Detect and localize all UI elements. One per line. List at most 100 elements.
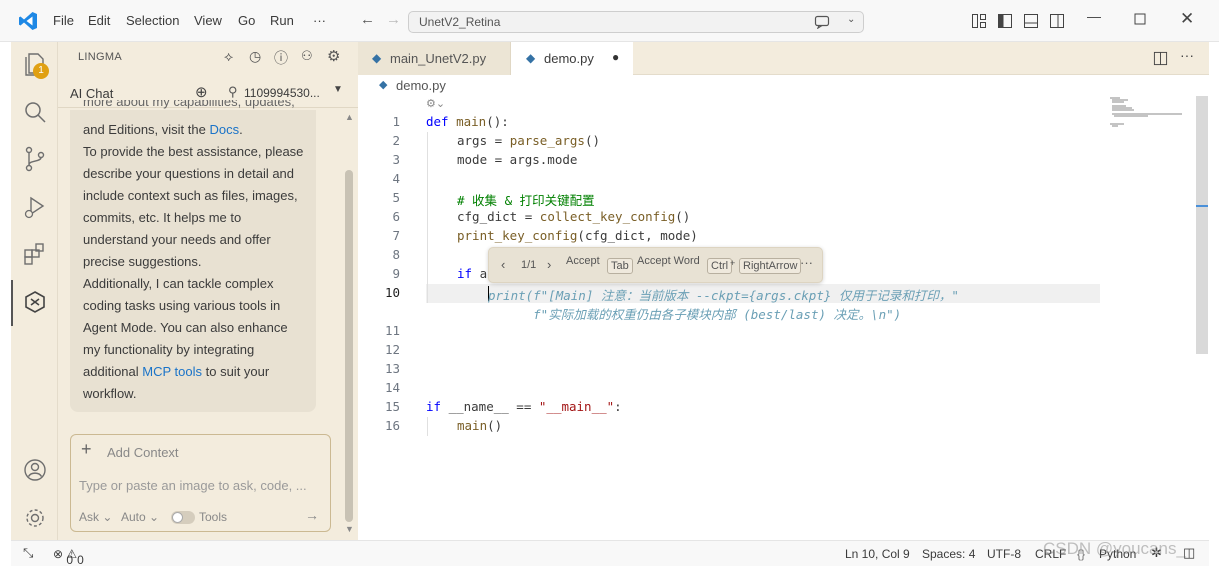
code-line[interactable]: args = parse_args() [457,133,600,148]
chat-line: describe your questions in detail and [83,166,295,181]
lingma-codelens-icon[interactable]: ⚙⌄ [426,97,445,110]
problems-indicator[interactable]: ⊗ 0 ⚠ 0 [53,547,84,567]
settings-gear-icon[interactable]: ⚙ [327,47,340,65]
user-icon: ⚲ [228,84,238,99]
code-line[interactable]: if __name__ == "__main__": [426,399,622,414]
menu-go[interactable]: Go [238,13,255,28]
more-actions-icon[interactable]: ··· [1180,47,1194,63]
user-settings-icon[interactable]: ⚇ [301,48,313,64]
manage-gear-icon[interactable] [23,506,47,530]
code-line[interactable]: main() [457,418,502,433]
back-arrow-icon[interactable]: ← [360,11,375,28]
code-token: f"实际加载的权重仍由各子模块内部 (best/last) 决定。\n") [488,307,902,322]
split-editor-icon[interactable] [1153,51,1168,66]
title-bar: File Edit Selection View Go Run ··· ← → … [0,0,1219,42]
command-center-search[interactable]: UnetV2_Retina ⌄ [408,11,864,33]
code-line[interactable]: cfg_dict = collect_key_config() [457,209,690,224]
source-control-icon[interactable] [23,146,47,172]
copilot-chat-icon[interactable] [814,15,830,29]
activity-bar: 1 [11,42,58,540]
help-icon[interactable]: ⓘ [274,48,288,68]
unsaved-dot-icon[interactable]: ● [612,50,619,64]
history-icon[interactable]: ◷ [249,48,261,65]
chat-scrollbar[interactable]: ▲ ▼ [343,112,355,542]
run-debug-icon[interactable] [23,194,47,220]
menu-more-button[interactable]: ··· [313,13,326,28]
minimap[interactable] [1108,96,1188,136]
scroll-down-icon[interactable]: ▼ [345,524,354,534]
code-line[interactable]: def main(): [426,114,509,129]
menu-run[interactable]: Run [270,13,294,28]
indentation[interactable]: Spaces: 4 [922,547,975,561]
scroll-up-icon[interactable]: ▲ [345,112,354,122]
toggle-panel-icon[interactable] [1023,13,1039,29]
new-session-icon[interactable]: ⟡ [224,48,233,65]
previous-suggestion-icon[interactable]: ‹ [501,257,505,272]
tab-demo[interactable]: ◆ demo.py ● [511,42,633,75]
chevron-down-icon[interactable]: ⌄ [847,14,855,25]
code-token: # 收集 & 打印关键配置 [457,193,595,208]
account-dropdown-icon[interactable]: ▼ [333,84,343,95]
account-id[interactable]: 1109994530... [244,86,320,100]
menu-view[interactable]: View [194,13,222,28]
chat-text: to suit your [202,364,270,379]
chat-line: workflow. [83,386,137,401]
send-arrow-icon[interactable]: → [305,507,319,523]
toggle-primary-sidebar-icon[interactable] [997,13,1013,29]
breadcrumb-file[interactable]: demo.py [396,78,446,93]
lingma-icon[interactable] [23,290,47,314]
chat-input-box[interactable]: + Add Context Type or paste an image to … [70,434,331,532]
remote-icon[interactable]: ⤡ [23,545,33,561]
line-number: 13 [384,361,400,376]
menu-selection[interactable]: Selection [126,13,179,28]
forward-arrow-icon[interactable]: → [386,11,401,28]
more-options-icon[interactable]: ··· [800,255,813,270]
toggle-secondary-sidebar-icon[interactable] [1049,13,1065,29]
account-icon[interactable] [23,458,47,482]
mode-select-ask[interactable]: Ask ⌄ [79,510,112,524]
line-number: 4 [392,171,400,186]
mcp-tools-link[interactable]: MCP tools [142,364,202,379]
code-token: (): [486,114,509,129]
indent-guide [427,417,428,436]
accept-button[interactable]: Accept [566,255,600,267]
line-number: 9 [392,266,400,281]
tools-toggle[interactable] [171,511,195,524]
code-line[interactable]: print_key_config(cfg_dict, mode) [457,228,698,243]
line-number: 1 [392,114,400,129]
right-arrow-key-hint: RightArrow [739,258,802,274]
tab-main-unetv2[interactable]: ◆ main_UnetV2.py [358,42,511,75]
extensions-icon[interactable] [23,242,47,266]
add-context-button[interactable]: Add Context [107,445,179,460]
explorer-badge: 1 [33,63,49,79]
accept-word-button[interactable]: Accept Word [637,255,700,267]
chat-line: additional MCP tools to suit your [83,364,269,379]
docs-link[interactable]: Docs [209,122,239,137]
menu-file[interactable]: File [53,13,74,28]
minimize-icon[interactable]: — [1087,8,1101,24]
code-line[interactable]: if a [457,266,487,281]
add-context-plus-icon[interactable]: + [81,439,92,460]
tab-key-hint: Tab [607,258,633,274]
chat-line: understand your needs and offer [83,232,271,247]
next-suggestion-icon[interactable]: › [547,257,551,272]
search-icon[interactable] [23,100,47,124]
menu-edit[interactable]: Edit [88,13,110,28]
code-line[interactable]: # 收集 & 打印关键配置 [457,190,595,209]
vscode-logo-icon [19,12,37,30]
add-chat-icon[interactable]: ⊕ [195,83,208,101]
ai-chat-tab[interactable]: AI Chat [70,86,113,101]
close-window-icon[interactable]: ✕ [1180,9,1194,29]
tab-label: demo.py [544,51,594,66]
customize-layout-icon[interactable] [971,13,987,29]
scrollbar-thumb[interactable] [345,170,353,522]
maximize-icon[interactable] [1134,13,1146,25]
chat-input-placeholder[interactable]: Type or paste an image to ask, code, ... [79,478,307,493]
cursor-position[interactable]: Ln 10, Col 9 [845,547,910,561]
code-line[interactable]: print(f"[Main] 注意：当前版本 --ckpt={args.ckpt… [488,285,959,304]
model-select-auto[interactable]: Auto ⌄ [121,510,159,524]
code-line[interactable]: f"实际加载的权重仍由各子模块内部 (best/last) 决定。\n") [488,304,901,323]
encoding[interactable]: UTF-8 [987,547,1021,561]
editor-scrollbar-thumb[interactable] [1196,96,1208,354]
code-line[interactable]: mode = args.mode [457,152,577,167]
